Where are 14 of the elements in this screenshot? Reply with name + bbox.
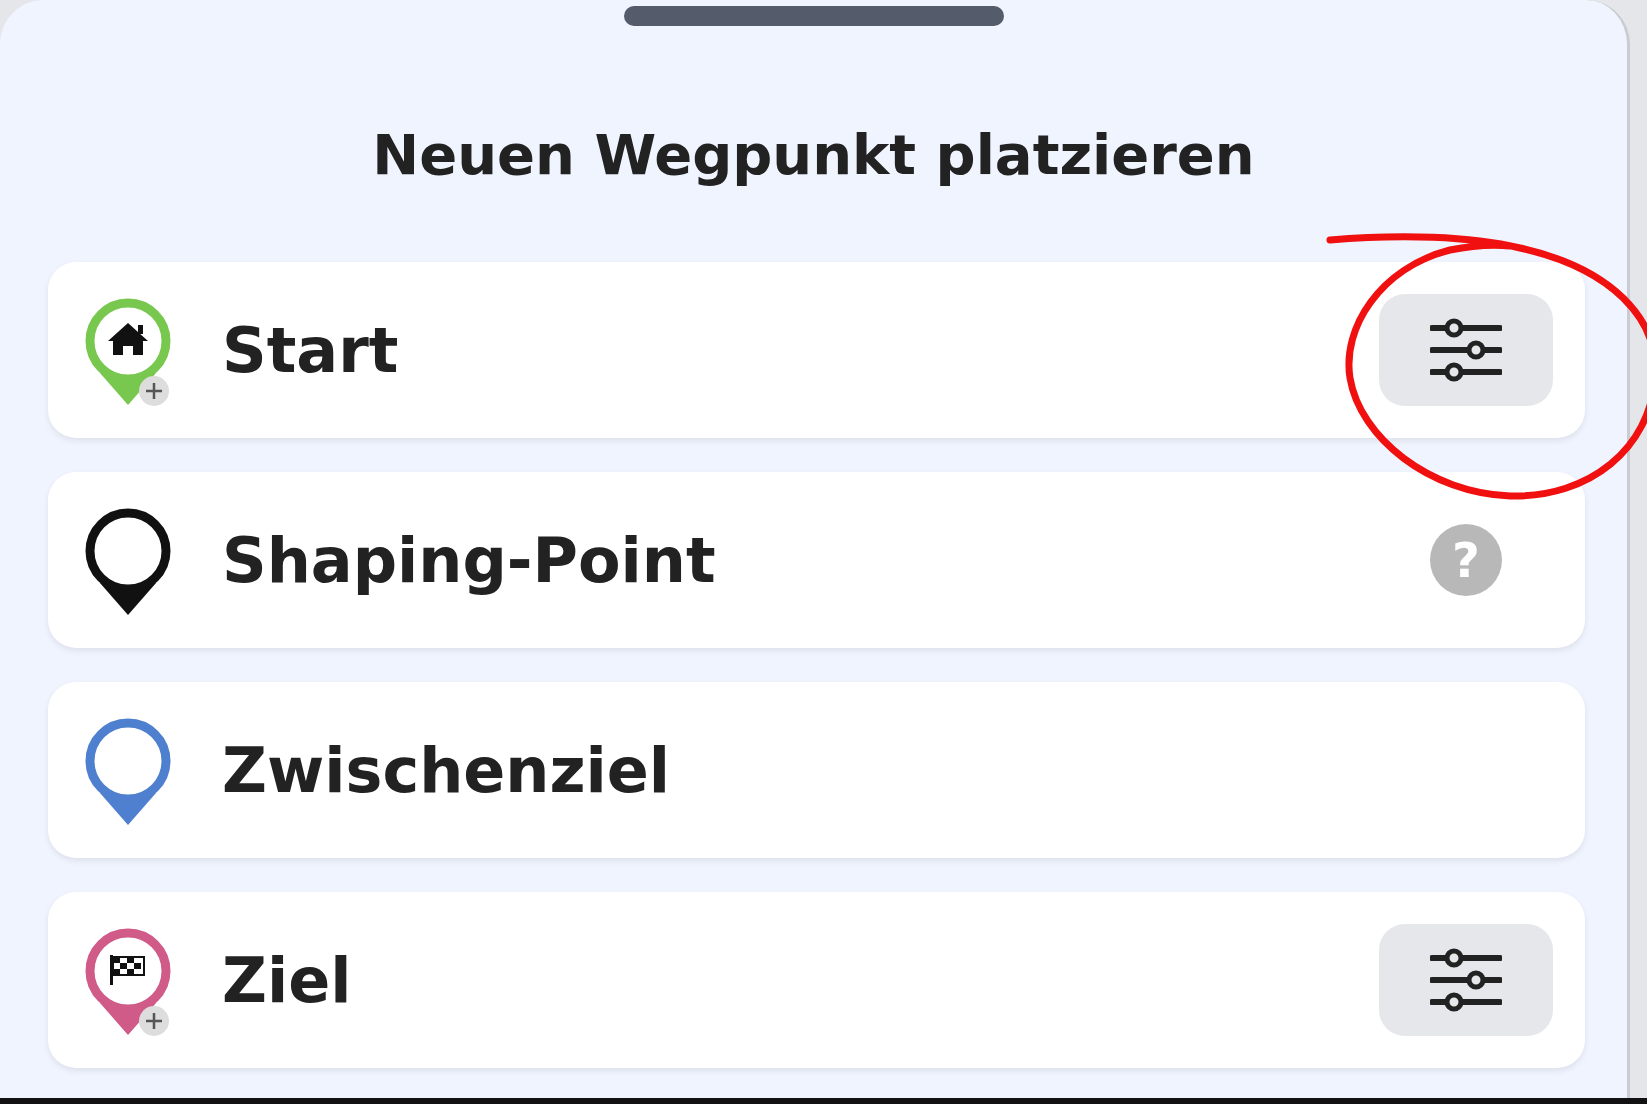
sliders-icon	[1430, 948, 1502, 1012]
waypoint-option[interactable]: Shaping-Point ?	[48, 472, 1585, 648]
option-label: Start	[222, 313, 400, 387]
settings-button[interactable]	[1379, 924, 1553, 1036]
settings-button[interactable]	[1379, 294, 1553, 406]
sliders-icon	[1430, 318, 1502, 382]
waypoint-option[interactable]: Start	[48, 262, 1585, 438]
option-label: Ziel	[222, 943, 353, 1017]
waypoint-option[interactable]: Ziel	[48, 892, 1585, 1068]
sheet-title: Neuen Wegpunkt platzieren	[372, 121, 1255, 189]
option-label: Zwischenziel	[222, 733, 672, 807]
waypoint-option[interactable]: Zwischenziel	[48, 682, 1585, 858]
option-label: Shaping-Point	[222, 523, 717, 597]
drag-handle[interactable]	[623, 6, 1004, 26]
